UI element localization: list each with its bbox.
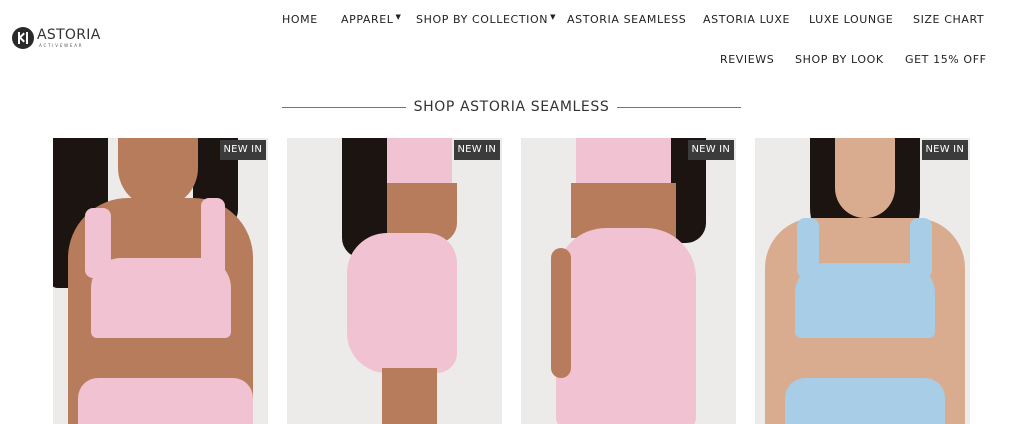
product-image[interactable]	[287, 138, 502, 424]
nav-apparel-label: APPAREL	[341, 13, 394, 26]
product-card[interactable]: NEW IN	[53, 138, 268, 424]
nav-reviews-label: REVIEWS	[720, 53, 775, 66]
nav-shop-by-look-label: SHOP BY LOOK	[795, 53, 884, 66]
product-image[interactable]	[755, 138, 970, 424]
chevron-down-icon: ▼	[550, 13, 557, 21]
product-card[interactable]: NEW IN	[287, 138, 502, 424]
chevron-down-icon: ▼	[395, 13, 402, 21]
product-image[interactable]	[53, 138, 268, 424]
brand-tagline: ACTIVEWEAR	[39, 43, 84, 48]
new-in-badge: NEW IN	[453, 140, 500, 160]
nav-astoria-seamless[interactable]: ASTORIA SEAMLESS	[567, 13, 686, 26]
nav-shop-by-look[interactable]: SHOP BY LOOK	[795, 53, 884, 66]
section-heading: SHOP ASTORIA SEAMLESS	[282, 97, 741, 117]
nav-apparel[interactable]: APPAREL ▼	[341, 13, 402, 26]
nav-home-label: HOME	[282, 13, 318, 26]
new-in-badge: NEW IN	[687, 140, 734, 160]
product-card[interactable]: NEW IN	[755, 138, 970, 424]
nav-reviews[interactable]: REVIEWS	[720, 53, 774, 66]
nav-luxe-lounge[interactable]: LUXE LOUNGE	[809, 13, 893, 26]
nav-luxe-lounge-label: LUXE LOUNGE	[809, 13, 894, 26]
logo-mark-icon	[12, 27, 34, 49]
product-image[interactable]	[521, 138, 736, 424]
nav-home[interactable]: HOME	[282, 13, 318, 26]
divider-left	[282, 106, 406, 108]
nav-shop-by-collection[interactable]: SHOP BY COLLECTION ▼	[416, 13, 556, 26]
product-card[interactable]: NEW IN	[521, 138, 736, 424]
nav-astoria-seamless-label: ASTORIA SEAMLESS	[567, 13, 687, 26]
nav-get-discount-label: GET 15% OFF	[905, 53, 987, 66]
brand-name: ASTORIA	[37, 27, 101, 43]
nav-astoria-luxe-label: ASTORIA LUXE	[703, 13, 791, 26]
divider-right	[617, 106, 741, 108]
nav-shop-by-collection-label: SHOP BY COLLECTION	[416, 13, 549, 26]
nav-get-discount[interactable]: GET 15% OFF	[905, 53, 987, 66]
section-title: SHOP ASTORIA SEAMLESS	[413, 99, 610, 115]
nav-astoria-luxe[interactable]: ASTORIA LUXE	[703, 13, 790, 26]
nav-size-chart-label: SIZE CHART	[913, 13, 985, 26]
new-in-badge: NEW IN	[219, 140, 266, 160]
nav-size-chart[interactable]: SIZE CHART	[913, 13, 984, 26]
brand-logo[interactable]: ASTORIA ACTIVEWEAR	[12, 27, 107, 51]
new-in-badge: NEW IN	[921, 140, 968, 160]
